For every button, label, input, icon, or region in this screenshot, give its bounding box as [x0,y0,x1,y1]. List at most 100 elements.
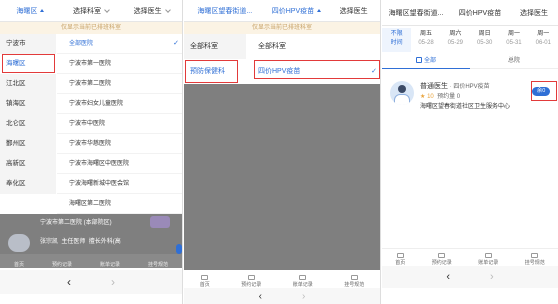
doctor-filter[interactable]: 选择医生 [121,6,182,16]
bill-icon [484,253,492,258]
rules-icon [350,275,358,280]
tab-home[interactable]: 首页 [395,253,405,266]
tab-appointments[interactable]: 预约记录 [432,253,452,266]
district-item[interactable]: 镇海区 [0,94,56,114]
hospital-filter: 全部 总院 [382,55,558,69]
hospital-item[interactable]: 宁波海曙新城中医会馆 [57,174,182,194]
district-item[interactable]: 高新区 [0,154,56,174]
calendar-icon [247,275,255,280]
doctor-heading: 普通医生 · 四价HPV疫苗 [420,83,490,90]
tab-bar: 首页 预约记录 账单记录 挂号规范 [184,270,380,288]
date-item[interactable]: 周五 05-28 [411,28,440,52]
hospital-name: 海曙区望春街道社区卫生服务中心 [420,104,511,110]
back-button[interactable]: ‹ [67,275,71,289]
date-item[interactable]: 周一 05-31 [499,28,528,52]
tab-bills[interactable]: 账单记录 [478,253,498,266]
panel-district-select: 海曙区 选择科室 选择医生 仅显示当前已排班科室 宁波市 海曙区江北区 镇海区 北仑区… [0,0,183,304]
badge-icon [150,216,170,228]
back-button[interactable]: ‹ [259,291,262,302]
hospital-item[interactable]: 宁波市妇女儿童医院 [57,94,182,114]
forward-button[interactable]: › [490,271,494,283]
remain-value: 0 [456,94,461,100]
filter-hospital[interactable]: 总院 [470,55,558,69]
date-item[interactable]: 周日 05-30 [470,28,499,52]
hospital-item-label: 宁波市第一医院 [69,61,112,67]
tab-label: 首页 [199,282,210,288]
filter-bar: 海曙区望春街道... 四价HPV疫苗 选择医生 [184,0,380,22]
doctor-filter-label: 选择医生 [520,9,548,17]
hospital-list: 全部医院 ✓ 宁波市第一医院宁波市第二医院宁波市妇女儿童医院宁波市中医院 宁波市华慈医… [57,34,182,214]
hospital-item[interactable]: 全部医院 ✓ [57,34,182,54]
avatar [8,234,30,252]
location-filter[interactable]: 海曙区望春街道... [184,6,266,16]
doctor-specialty: 擅长外科(高 [88,239,121,245]
dept-item[interactable]: 全部科室 [246,34,380,59]
hospital-item-label: 海曙区第二医院 [69,201,112,207]
highlight-box [185,60,238,83]
tab-appointments[interactable]: 预约记录 [241,275,261,288]
dimmed-overlay[interactable] [184,84,380,270]
doctor-card[interactable]: 普通医生 · 四价HPV疫苗 ★ 10 预约量 0 海曙区望春街道社区卫生服务中… [386,78,554,116]
district-filter[interactable]: 海曙区 [0,6,61,16]
hospital-item[interactable]: 宁波市第一医院 [57,54,182,74]
location-filter[interactable]: 海曙区望春街道... [382,8,450,18]
vaccine-filter[interactable]: 四价HPV疫苗 [450,8,510,18]
doctor-info: 张宗凯 主任医师 擅长外科(高 [40,236,121,245]
tab-home[interactable]: 首页 [200,275,210,288]
chevron-down-icon [104,6,110,13]
date-item[interactable]: 周六 05-29 [441,28,470,52]
date-item[interactable]: 周一 06-01 [529,28,558,52]
doctor-filter[interactable]: 选择医生 [510,8,558,18]
highlight-box [531,81,557,101]
location-label: 海曙区望春街道... [197,7,253,15]
vaccine-filter[interactable]: 四价HPV疫苗 [266,6,328,16]
tab-label: 首页 [395,260,406,266]
department-filter[interactable]: 选择科室 [61,6,122,16]
location-label: 海曙区望春街道... [388,9,444,17]
tab-appointments[interactable]: 预约记录 [52,261,72,268]
hospital-item[interactable]: 宁波市海曙区中医医院 [57,154,182,174]
doctor-filter[interactable]: 选择医生 [327,6,380,16]
hospital-item-label: 宁波海曙新城中医会馆 [69,181,130,187]
doctor-title: 主任医师 [61,239,86,245]
home-icon [201,275,209,280]
district-item[interactable]: 江北区 [0,74,56,94]
dept-category-item[interactable]: 全部科室 [184,34,246,59]
tab-bills[interactable]: 账单记录 [100,261,120,268]
tab-bills[interactable]: 账单记录 [293,275,313,288]
back-button[interactable]: ‹ [446,271,450,283]
district-item[interactable]: 奉化区 [0,174,56,194]
doctor-name: 张宗凯 [40,239,59,245]
hospital-item[interactable]: 宁波市第二医院 [57,74,182,94]
hospital-line: 宁波市第二医院 (本部院区) [40,220,112,226]
hospital-item-label: 宁波市妇女儿童医院 [69,101,124,107]
filter-bar: 海曙区 选择科室 选择医生 [0,0,182,22]
hospital-item[interactable]: 海曙区第二医院 [57,194,182,214]
district-item[interactable]: 鄞州区 [0,134,56,154]
browser-nav: ‹ › [184,288,380,304]
date-item[interactable]: 不限 时间 [382,28,412,52]
panel-schedule: 海曙区望春街道... 四价HPV疫苗 选择医生 不限 时间 周五 05-28 周六 05-… [382,0,558,304]
hospital-item[interactable]: 宁波市华慈医院 [57,134,182,154]
filter-bar: 海曙区望春街道... 四价HPV疫苗 选择医生 [382,0,558,26]
date-strip: 不限 时间 周五 05-28 周六 05-29 周日 05-30 周一 05-31 周一 06-01 [382,28,558,52]
district-item[interactable]: 北仑区 [0,114,56,134]
caret-up-icon [40,9,45,12]
tab-home[interactable]: 首页 [14,261,24,268]
schedule-notice: 仅显示当前已排班科室 [0,22,182,34]
tab-rules[interactable]: 挂号规范 [148,261,168,268]
district-item[interactable]: 宁波市 [0,34,56,54]
tab-rules[interactable]: 挂号规范 [525,253,545,266]
date-sub: 05-30 [476,40,493,46]
forward-button[interactable]: › [302,291,305,302]
hospital-item[interactable]: 宁波市中医院 [57,114,182,134]
date-sub: 05-29 [447,40,463,46]
forward-button[interactable]: › [111,275,115,289]
home-icon [396,253,404,258]
filter-all[interactable]: 全部 [382,55,470,69]
department-filter-label: 选择科室 [73,7,101,15]
tab-rules[interactable]: 挂号规范 [344,275,364,288]
doctor-filter-label: 选择医生 [339,7,368,15]
filter-all-label: 全部 [423,58,436,64]
hospital-item-label: 全部医院 [69,41,94,47]
